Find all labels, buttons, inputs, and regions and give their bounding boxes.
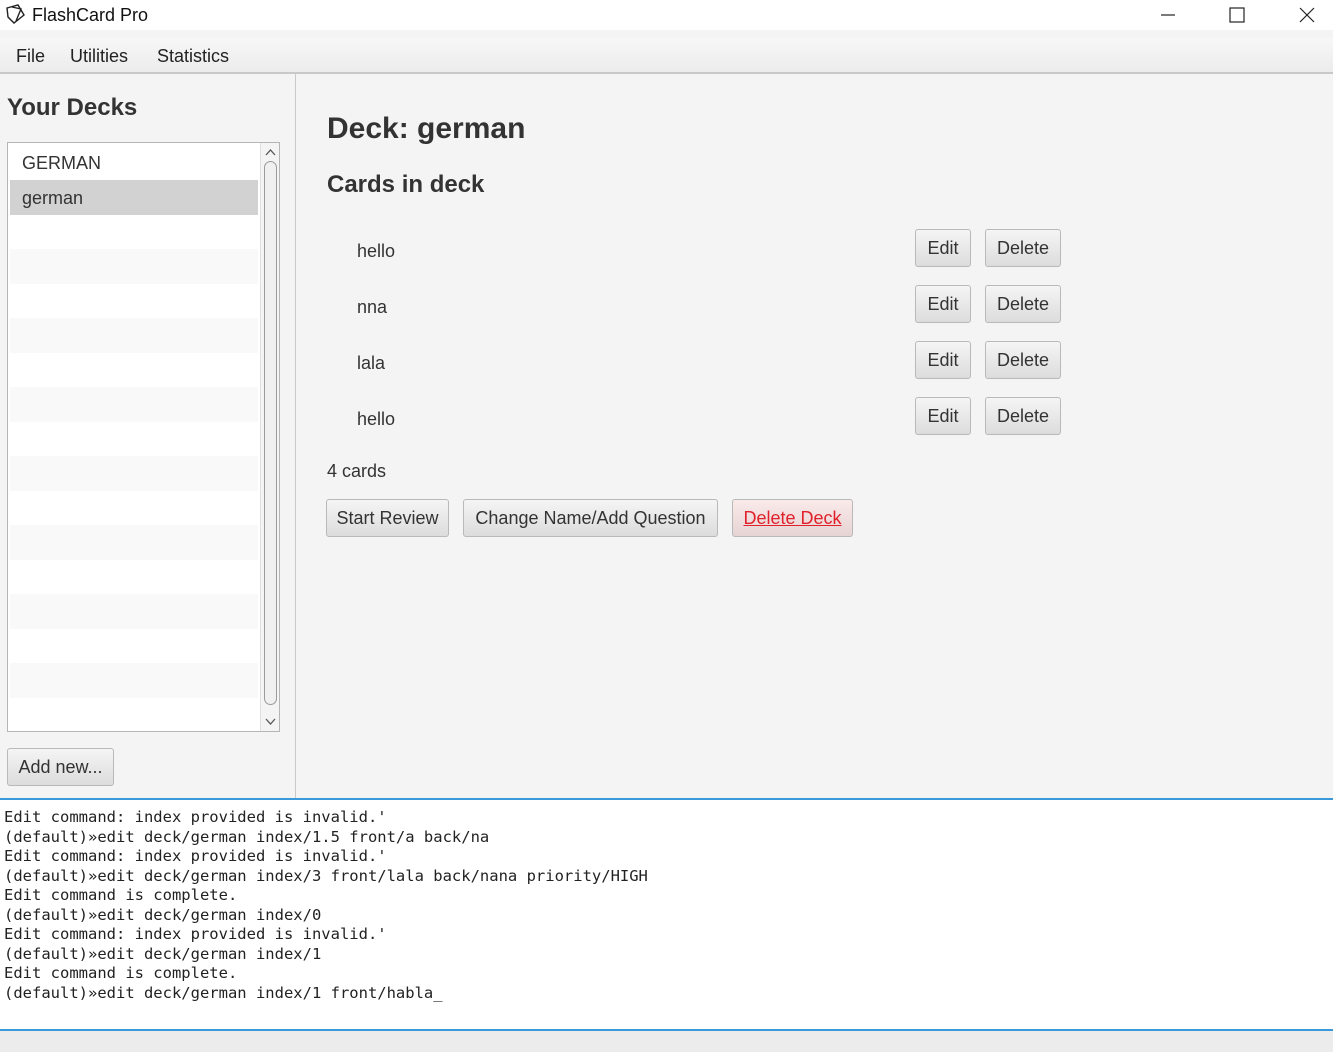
minimize-button[interactable] xyxy=(1145,0,1191,30)
edit-card-button[interactable]: Edit xyxy=(915,341,971,379)
deck-list-scrollbar[interactable] xyxy=(260,143,279,731)
chevron-down-icon xyxy=(265,718,276,725)
maximize-icon xyxy=(1229,7,1245,23)
deck-list-empty-row xyxy=(10,456,258,491)
start-review-button[interactable]: Start Review xyxy=(326,499,449,537)
edit-card-button[interactable]: Edit xyxy=(915,229,971,267)
chevron-up-icon xyxy=(265,149,276,156)
close-button[interactable] xyxy=(1284,0,1330,30)
status-bar xyxy=(0,1031,1333,1052)
card-front-text: nna xyxy=(357,297,388,317)
deck-list-empty-row xyxy=(10,352,258,387)
deck-list-empty-row xyxy=(10,387,258,422)
app-icon xyxy=(6,4,25,24)
card-front-text: hello xyxy=(357,241,396,261)
command-console[interactable]: Edit command: index provided is invalid.… xyxy=(0,798,1333,1031)
console-line: (default)»edit deck/german index/1.5 fro… xyxy=(4,827,490,846)
delete-deck-button[interactable]: Delete Deck xyxy=(732,499,853,537)
console-line: Edit command is complete. xyxy=(4,964,238,982)
deck-list-empty-row xyxy=(10,490,258,525)
deck-list-item-german[interactable]: german xyxy=(10,180,258,215)
deck-list-empty-row xyxy=(10,249,258,284)
card-row: hello Edit Delete xyxy=(297,225,1333,281)
console-line: Edit command: index provided is invalid.… xyxy=(4,808,387,826)
deck-list[interactable]: GERMAN german xyxy=(7,142,280,732)
delete-card-button[interactable]: Delete xyxy=(985,397,1061,435)
change-name-add-question-button[interactable]: Change Name/Add Question xyxy=(463,499,718,537)
deck-list-empty-row xyxy=(10,283,258,318)
deck-list-empty-row xyxy=(10,559,258,594)
deck-list-empty-row xyxy=(10,421,258,456)
delete-card-button[interactable]: Delete xyxy=(985,285,1061,323)
sidebar-title: Your Decks xyxy=(7,94,138,121)
menu-bar: File Utilities Statistics xyxy=(0,38,1333,74)
card-row: hello Edit Delete xyxy=(297,393,1333,449)
close-icon xyxy=(1299,7,1315,23)
card-row: lala Edit Delete xyxy=(297,337,1333,393)
menu-statistics[interactable]: Statistics xyxy=(157,46,229,67)
delete-card-button[interactable]: Delete xyxy=(985,341,1061,379)
scroll-down-button[interactable] xyxy=(261,714,279,730)
deck-list-empty-row xyxy=(10,318,258,353)
minimize-icon xyxy=(1161,14,1175,16)
console-line: Edit command: index provided is invalid.… xyxy=(4,847,387,865)
console-line: Edit command: index provided is invalid.… xyxy=(4,925,387,943)
deck-list-empty-row xyxy=(10,663,258,698)
add-new-deck-button[interactable]: Add new... xyxy=(7,748,114,786)
deck-list-empty-row xyxy=(10,214,258,249)
window-title: FlashCard Pro xyxy=(32,5,149,25)
deck-list-empty-row xyxy=(10,697,258,731)
card-row: nna Edit Delete xyxy=(297,281,1333,337)
deck-list-empty-row xyxy=(10,628,258,663)
deck-title: Deck: german xyxy=(327,112,526,145)
card-front-text: lala xyxy=(357,353,386,373)
delete-card-button[interactable]: Delete xyxy=(985,229,1061,267)
deck-list-empty-row xyxy=(10,594,258,629)
deck-detail-panel: Deck: german Cards in deck hello Edit De… xyxy=(297,74,1333,800)
console-line: (default)»edit deck/german index/0 xyxy=(4,905,322,924)
edit-card-button[interactable]: Edit xyxy=(915,397,971,435)
deck-list-empty-row xyxy=(10,525,258,560)
card-count: 4 cards xyxy=(327,461,387,481)
title-bar: FlashCard Pro xyxy=(0,0,1333,30)
scrollbar-thumb[interactable] xyxy=(264,161,277,705)
maximize-button[interactable] xyxy=(1214,0,1260,30)
sidebar: Your Decks GERMAN german Add new... xyxy=(0,74,296,800)
deck-list-item-GERMAN[interactable]: GERMAN xyxy=(10,145,258,180)
console-line: Edit command is complete. xyxy=(4,886,238,904)
console-line: (default)»edit deck/german index/1 xyxy=(4,944,322,963)
edit-card-button[interactable]: Edit xyxy=(915,285,971,323)
card-front-text: hello xyxy=(357,409,396,429)
menu-utilities[interactable]: Utilities xyxy=(70,46,128,67)
scroll-up-button[interactable] xyxy=(261,144,279,160)
cards-heading: Cards in deck xyxy=(327,171,485,198)
menu-file[interactable]: File xyxy=(16,46,45,67)
console-line: (default)»edit deck/german index/3 front… xyxy=(4,866,648,885)
console-input-line[interactable]: (default)»edit deck/german index/1 front… xyxy=(4,984,1329,1004)
